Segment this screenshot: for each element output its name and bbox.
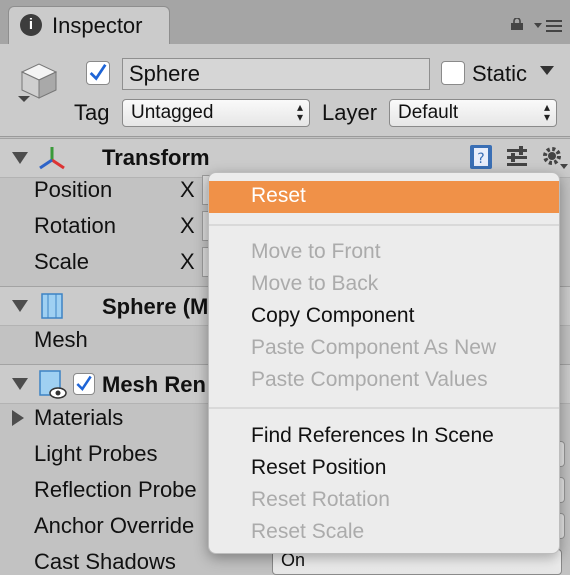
svg-text:?: ? [477, 151, 484, 167]
menu-item-find-references[interactable]: Find References In Scene [251, 424, 494, 448]
mesh-renderer-title: Mesh Ren [102, 372, 206, 397]
menu-item-paste-component-values[interactable]: Paste Component Values [251, 368, 488, 392]
info-icon: i [20, 14, 42, 36]
rotation-x-label[interactable]: X [180, 213, 195, 239]
rotation-label: Rotation [34, 213, 116, 238]
tag-value: Untagged [131, 102, 214, 123]
menu-separator [209, 224, 559, 226]
cast-shadows-label: Cast Shadows [34, 549, 176, 574]
scale-x-label[interactable]: X [180, 249, 195, 275]
reflection-probes-label: Reflection Probe [34, 477, 197, 502]
static-dropdown-arrow-icon[interactable] [540, 66, 554, 75]
menu-item-paste-component-as-new[interactable]: Paste Component As New [251, 336, 496, 360]
foldout-arrow-icon[interactable] [12, 152, 28, 164]
presets-icon[interactable] [504, 144, 530, 170]
menu-item-reset-position[interactable]: Reset Position [251, 456, 386, 480]
scale-label: Scale [34, 249, 90, 274]
mesh-filter-title: Sphere (M [102, 294, 209, 319]
layer-value: Default [398, 102, 459, 123]
tab-title[interactable]: Inspector [52, 13, 143, 39]
object-name-field[interactable]: Sphere [122, 58, 430, 90]
mesh-renderer-icon [39, 370, 67, 399]
checkmark-icon [76, 375, 92, 391]
foldout-arrow-icon[interactable] [12, 378, 28, 390]
menu-item-reset-scale[interactable]: Reset Scale [251, 520, 364, 544]
position-label: Position [34, 177, 113, 202]
menu-item-move-to-back[interactable]: Move to Back [251, 272, 378, 296]
light-probes-label: Light Probes [34, 441, 158, 466]
menu-item-reset-label[interactable]: Reset [251, 184, 306, 208]
updown-arrows-icon: ▴ ▾ [296, 100, 303, 124]
menu-separator [209, 407, 559, 409]
menu-item-copy-component[interactable]: Copy Component [251, 304, 414, 328]
layer-dropdown[interactable]: Default ▴ ▾ [389, 99, 557, 127]
static-checkbox[interactable] [441, 61, 465, 85]
tab-menu-icon[interactable] [534, 18, 564, 34]
position-x-label[interactable]: X [180, 177, 195, 203]
checkmark-icon [89, 63, 107, 81]
transform-title: Transform [102, 145, 210, 170]
active-checkbox[interactable] [86, 61, 110, 85]
mesh-filter-icon [41, 293, 63, 319]
gameobject-cube-icon [18, 63, 58, 102]
menu-item-reset-rotation[interactable]: Reset Rotation [251, 488, 390, 512]
anchor-override-label: Anchor Override [34, 513, 195, 538]
help-book-icon[interactable]: ? [468, 143, 494, 171]
materials-label[interactable]: Materials [34, 405, 123, 431]
static-label: Static [472, 61, 528, 86]
foldout-arrow-icon[interactable] [12, 300, 28, 312]
mesh-renderer-enabled-checkbox[interactable] [73, 373, 95, 395]
gear-icon[interactable] [540, 144, 568, 170]
layer-label: Layer [322, 100, 378, 125]
menu-item-move-to-front[interactable]: Move to Front [251, 240, 381, 264]
transform-axes-icon [39, 147, 65, 170]
lock-icon[interactable] [510, 18, 524, 30]
mesh-label: Mesh [34, 327, 88, 352]
tag-label: Tag [74, 100, 110, 125]
tag-dropdown[interactable]: Untagged ▴ ▾ [122, 99, 310, 127]
component-context-menu: Reset Move to Front Move to Back Copy Co… [208, 172, 560, 554]
updown-arrows-icon: ▴ ▾ [543, 100, 550, 124]
materials-foldout-icon[interactable] [12, 410, 24, 426]
